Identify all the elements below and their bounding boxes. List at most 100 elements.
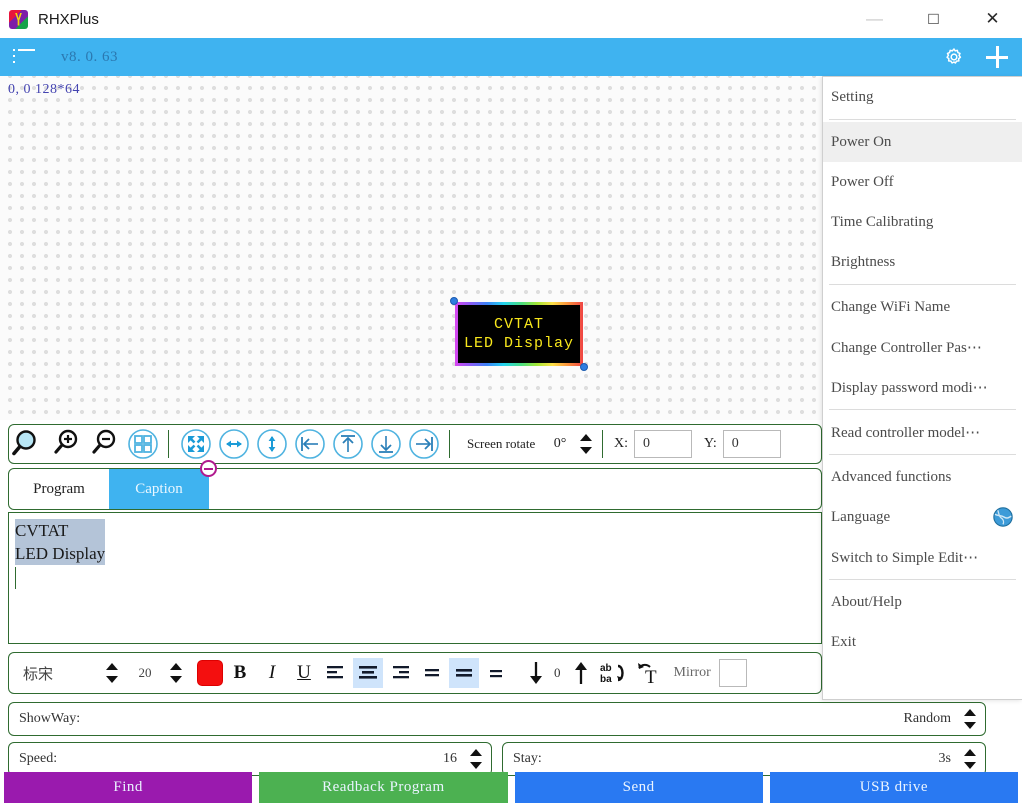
menu-item-time-calibrating[interactable]: Time Calibrating [823,202,1022,242]
format-toolbar: 标宋 20 B I U 0 ab ba T Mirror [8,652,822,694]
svg-text:ab: ab [600,663,612,674]
speed-value: 16 [443,751,457,766]
italic-button[interactable]: I [257,658,287,688]
align-center-button[interactable] [353,658,383,688]
menu-item-exit[interactable]: Exit [823,622,1022,662]
valign-bottom-button[interactable] [481,658,511,688]
minimize-button[interactable]: — [845,0,904,38]
led-line-2: LED Display [463,335,575,352]
app-bar: v8. 0. 63 [0,38,1022,76]
caption-text: CVTAT LED Display [15,519,106,565]
font-size-stepper[interactable] [167,660,185,686]
valign-top-button[interactable] [417,658,447,688]
find-button[interactable]: Find [4,772,253,803]
font-family-value[interactable]: 标宋 [23,663,99,684]
zoom-in-icon[interactable] [49,426,85,462]
showway-stepper[interactable] [961,706,979,732]
text-color-swatch[interactable] [197,660,223,686]
font-family-stepper[interactable] [103,660,121,686]
stay-label: Stay: [513,751,542,766]
align-left-icon [327,666,343,679]
maximize-button[interactable]: □ [904,0,963,38]
menu-item-switch-to-simple-edit[interactable]: Switch to Simple Edit⋯ [823,537,1022,577]
align-right-button[interactable] [385,658,415,688]
close-button[interactable]: ✕ [963,0,1022,38]
resize-handle-bottom-right[interactable] [580,363,588,371]
menu-item-advanced-functions[interactable]: Advanced functions [823,457,1022,497]
menu-divider-3 [829,409,1016,410]
x-input[interactable] [634,430,692,458]
fit-screen-icon[interactable] [178,426,214,462]
y-input[interactable] [722,430,781,458]
mirror-checkbox[interactable] [718,659,747,687]
valign-bottom-icon [490,670,502,678]
menu-item-setting[interactable]: Setting [823,77,1022,117]
toolbar-divider-3 [602,430,603,458]
send-button[interactable]: Send [514,772,763,803]
y-label: Y: [704,436,717,451]
menu-item-display-password-modify[interactable]: Display password modi⋯ [823,367,1022,407]
menu-item-power-off[interactable]: Power Off [823,162,1022,202]
showway-label: ShowWay: [19,711,81,726]
resize-handle-top-left[interactable] [450,297,458,305]
settings-menu: Setting Power On Power Off Time Calibrat… [822,76,1022,700]
tab-caption-label: Caption [135,480,183,497]
showway-value: Random [903,711,951,726]
zoom-out-icon[interactable] [87,426,123,462]
reverse-text-icon: ab ba [600,663,624,685]
arrow-up-icon [574,662,587,684]
led-display-element[interactable]: CVTAT LED Display [450,297,588,371]
menu-item-change-wifi-name[interactable]: Change WiFi Name [823,287,1022,327]
align-top-icon[interactable] [330,426,366,462]
font-size-value[interactable]: 20 [127,665,163,681]
caption-editor[interactable]: CVTAT LED Display [8,512,822,644]
valign-middle-button[interactable] [449,658,479,688]
action-bar: Find Readback Program Send USB drive [0,768,1022,806]
valign-middle-icon [456,669,472,677]
app-bar-actions [944,46,1012,68]
menu-divider-2 [829,284,1016,285]
move-up-button[interactable] [566,658,596,688]
rotate-text-button[interactable]: T [634,658,664,688]
move-down-button[interactable] [521,658,551,688]
led-line-1: CVTAT [493,316,544,333]
menu-divider [829,119,1016,120]
grid-icon[interactable] [125,426,161,462]
bold-button[interactable]: B [225,658,255,688]
menu-item-power-on[interactable]: Power On [823,122,1022,162]
showway-control[interactable]: Random [904,706,979,732]
hamburger-icon[interactable] [13,49,35,65]
readback-program-button[interactable]: Readback Program [259,772,508,803]
tab-program[interactable]: Program [9,469,109,509]
menu-item-change-controller-password[interactable]: Change Controller Pas⋯ [823,327,1022,367]
screen-rotate-stepper[interactable] [577,431,595,457]
usb-drive-button[interactable]: USB drive [769,772,1018,803]
text-caret [15,567,16,589]
plus-icon[interactable] [986,46,1008,68]
fit-height-icon[interactable] [254,426,290,462]
menu-item-language[interactable]: Language [823,497,1022,537]
menu-divider-4 [829,454,1016,455]
title-bar: RHXPlus — □ ✕ [0,0,1022,38]
tab-caption[interactable]: Caption [109,460,217,509]
align-left-button[interactable] [321,658,351,688]
underline-button[interactable]: U [289,658,319,688]
gear-icon[interactable] [944,47,964,67]
version-label: v8. 0. 63 [61,48,118,65]
align-left-icon[interactable] [292,426,328,462]
reverse-text-button[interactable]: ab ba [598,658,632,688]
mirror-label: Mirror [673,665,711,680]
align-bottom-icon[interactable] [368,426,404,462]
menu-item-read-controller-model[interactable]: Read controller model⋯ [823,412,1022,452]
menu-item-about-help[interactable]: About/Help [823,582,1022,622]
align-right-icon[interactable] [406,426,442,462]
globe-icon [993,507,1013,527]
arrow-down-icon [530,662,542,684]
fit-width-icon[interactable] [216,426,252,462]
zoom-icon[interactable] [11,426,47,462]
application-window: RHXPlus — □ ✕ v8. 0. 63 0, 0 128*64 CVTA… [0,0,1022,806]
stay-value: 3s [938,751,951,766]
tab-close-icon[interactable] [200,460,217,477]
display-canvas[interactable]: 0, 0 128*64 CVTAT LED Display [0,76,822,420]
menu-item-brightness[interactable]: Brightness [823,242,1022,282]
